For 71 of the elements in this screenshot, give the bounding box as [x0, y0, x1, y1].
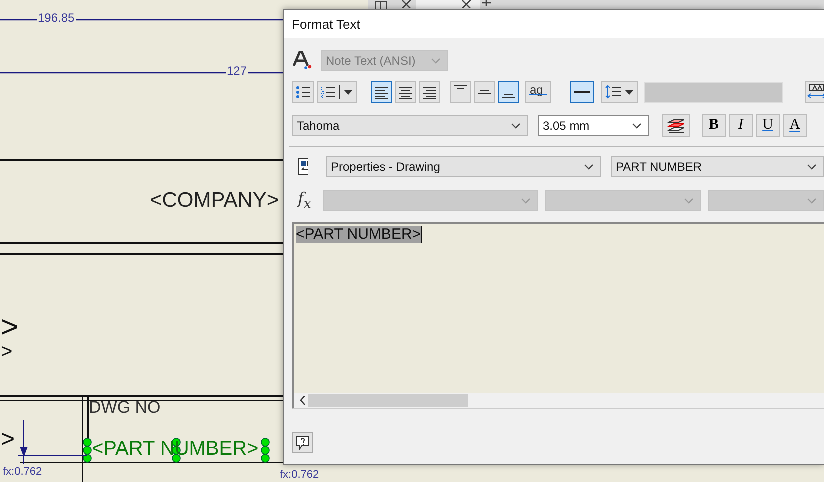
valign-top-icon	[454, 85, 467, 90]
dimension-note: fx:0.762	[2, 467, 44, 478]
company-text: <COMPANY>	[150, 190, 280, 211]
valign-middle-icon	[478, 90, 491, 94]
chevron-icon	[807, 164, 817, 170]
properties-icon	[298, 158, 308, 175]
align-right-button[interactable]	[419, 81, 440, 103]
baseline-button[interactable]: ag	[525, 81, 551, 103]
property-source-dropdown[interactable]: Properties - Drawing	[326, 156, 601, 177]
single-line-icon	[574, 90, 590, 94]
line-spacing-button[interactable]	[601, 81, 638, 103]
title-block-text: >	[1, 342, 13, 362]
align-left-icon	[375, 86, 388, 98]
bold-button[interactable]: B	[702, 114, 726, 137]
dialog-title: Format Text	[292, 16, 360, 32]
dropdown-arrow-icon	[344, 90, 353, 94]
dimension-note: fx:0.762	[279, 470, 320, 481]
align-middle-button[interactable]	[474, 81, 495, 103]
line-spacing-icon	[605, 85, 621, 99]
numbering-icon	[321, 86, 335, 98]
dimension-text: 196.85	[37, 12, 76, 24]
bullet-list-button[interactable]	[292, 81, 314, 103]
chevron-icon	[521, 198, 531, 204]
text-editor[interactable]: <PART NUMBER>	[292, 222, 824, 410]
chevron-icon	[807, 198, 817, 204]
bold-text: B	[708, 117, 719, 134]
property-dropdown[interactable]: PART NUMBER	[611, 156, 824, 177]
align-top-button[interactable]	[450, 81, 471, 103]
align-bottom-button[interactable]	[498, 81, 519, 103]
selected-text: <PART NUMBER>	[296, 226, 422, 244]
bullets-icon	[296, 86, 310, 98]
panel-icon[interactable]	[375, 1, 387, 9]
stretch-text-icon[interactable]	[805, 81, 824, 103]
title-block-text: >	[1, 313, 19, 343]
help-button[interactable]	[292, 432, 313, 454]
text-size-dropdown[interactable]: 3.05 mm	[538, 115, 649, 136]
numbered-list-button[interactable]	[317, 81, 357, 103]
dropdown-arrow-icon	[625, 90, 634, 94]
close-icon[interactable]	[402, 0, 411, 8]
align-right-icon	[423, 86, 436, 98]
strikethrough-button[interactable]: A	[783, 114, 807, 137]
add-tab-icon[interactable]	[482, 0, 491, 6]
layers-icon	[666, 118, 686, 134]
chevron-icon	[431, 58, 441, 64]
italic-text: I	[738, 117, 744, 134]
help-icon	[296, 436, 310, 450]
dimension-arrow	[18, 420, 88, 464]
align-left-button[interactable]	[371, 81, 392, 103]
text-style-icon	[293, 51, 313, 70]
chevron-icon	[511, 122, 521, 128]
chevron-icon	[632, 122, 642, 128]
text-style-dropdown: Note Text (ANSI)	[321, 50, 448, 71]
title-block-text: >	[1, 428, 16, 452]
title-block-label: DWG NO	[89, 399, 161, 416]
align-center-icon	[399, 86, 412, 98]
chevron-icon	[584, 164, 594, 170]
chevron-icon	[684, 198, 694, 204]
baseline-text: ag	[530, 84, 544, 97]
dimension-text: 127	[226, 65, 248, 77]
font-dropdown[interactable]: Tahoma	[292, 115, 528, 136]
close-icon[interactable]	[462, 0, 471, 8]
underline-button[interactable]: U	[756, 114, 780, 137]
italic-button[interactable]: I	[729, 114, 753, 137]
strikethrough-text: A	[790, 117, 800, 134]
function-label: f$_{x}$	[298, 189, 312, 212]
single-line-button[interactable]	[570, 81, 594, 103]
layers-button[interactable]	[662, 114, 690, 137]
valign-bottom-icon	[502, 94, 515, 99]
align-center-button[interactable]	[395, 81, 416, 103]
underline-text: U	[762, 117, 774, 134]
scroll-left-icon[interactable]	[300, 396, 306, 406]
